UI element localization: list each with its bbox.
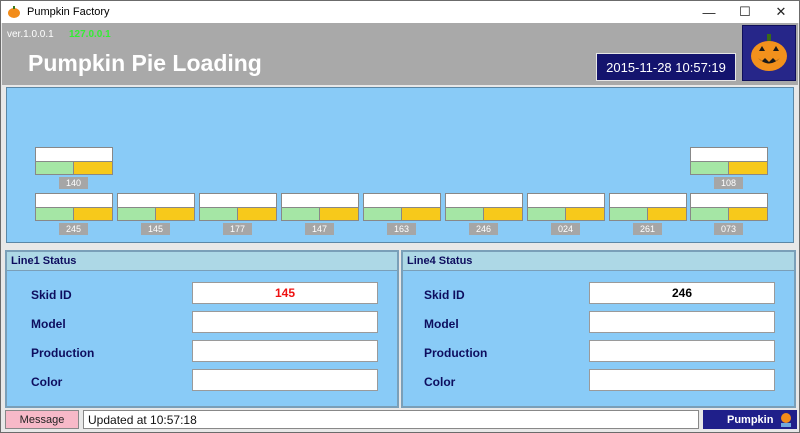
color-label: Color (424, 375, 456, 389)
production-field (589, 340, 775, 362)
user-name: Pumpkin (727, 413, 774, 426)
panel-heading: Line4 Status (403, 252, 794, 271)
skid-number: 261 (633, 223, 662, 235)
model-field (192, 311, 378, 333)
message-text: Updated at 10:57:18 (83, 410, 699, 429)
skid-top (35, 147, 113, 161)
skid-id-label: Skid ID (424, 288, 465, 302)
skid-id-label: Skid ID (31, 288, 72, 302)
skid-slot[interactable]: 261 (609, 193, 687, 235)
pumpkin-logo (742, 25, 796, 81)
skid-slot[interactable]: 024 (527, 193, 605, 235)
datetime-display: 2015-11-28 10:57:19 (596, 53, 736, 81)
page-title: Pumpkin Pie Loading (28, 50, 262, 76)
close-button[interactable]: ✕ (763, 1, 799, 23)
production-label: Production (31, 346, 95, 360)
skid-number: 147 (305, 223, 334, 235)
user-avatar-icon (781, 413, 791, 427)
skid-id-field: 145 (192, 282, 378, 304)
skid-slot[interactable]: 147 (281, 193, 359, 235)
skid-slot[interactable]: 245 (35, 193, 113, 235)
skid-number: 177 (223, 223, 252, 235)
user-badge[interactable]: Pumpkin (703, 410, 797, 429)
skid-slot[interactable]: 140 (35, 147, 113, 189)
title-bar: Pumpkin Factory — ☐ ✕ (1, 1, 799, 23)
color-label: Color (31, 375, 63, 389)
skid-number: 246 (469, 223, 498, 235)
minimize-button[interactable]: — (691, 1, 727, 23)
production-field (192, 340, 378, 362)
skid-slot[interactable]: 177 (199, 193, 277, 235)
skid-bottom (690, 161, 768, 175)
model-label: Model (31, 317, 66, 331)
skid-id-field: 246 (589, 282, 775, 304)
panel-heading: Line1 Status (7, 252, 397, 271)
skid-number: 024 (551, 223, 580, 235)
message-label: Message (5, 410, 79, 429)
skid-number: 245 (59, 223, 88, 235)
skid-slot[interactable]: 073 (690, 193, 768, 235)
line4-status-panel: Line4 Status Skid ID 246 Model Productio… (401, 250, 796, 408)
ip-address: 127.0.0.1 (69, 29, 111, 40)
jack-o-lantern-icon (751, 34, 787, 71)
model-label: Model (424, 317, 459, 331)
model-field (589, 311, 775, 333)
color-field (589, 369, 775, 391)
skid-number: 163 (387, 223, 416, 235)
skid-number: 140 (59, 177, 88, 189)
skid-top (690, 147, 768, 161)
skid-number: 073 (714, 223, 743, 235)
header: ver.1.0.0.1 127.0.0.1 Pumpkin Pie Loadin… (2, 23, 798, 85)
production-label: Production (424, 346, 488, 360)
app-window: Pumpkin Factory — ☐ ✕ ver.1.0.0.1 127.0.… (0, 0, 800, 433)
skid-bottom (35, 161, 113, 175)
color-field (192, 369, 378, 391)
pumpkin-app-icon (8, 6, 20, 18)
skid-slot[interactable]: 246 (445, 193, 523, 235)
skid-slot[interactable]: 108 (690, 147, 768, 189)
skid-slot[interactable]: 145 (117, 193, 195, 235)
skid-slot[interactable]: 163 (363, 193, 441, 235)
skid-number: 145 (141, 223, 170, 235)
skid-number: 108 (714, 177, 743, 189)
loading-area: 140 108 245 145 177 147 163 246 024 261 … (6, 87, 794, 243)
line1-status-panel: Line1 Status Skid ID 145 Model Productio… (5, 250, 399, 408)
window-title: Pumpkin Factory (27, 6, 110, 18)
maximize-button[interactable]: ☐ (727, 1, 763, 23)
version-label: ver.1.0.0.1 (7, 29, 54, 40)
